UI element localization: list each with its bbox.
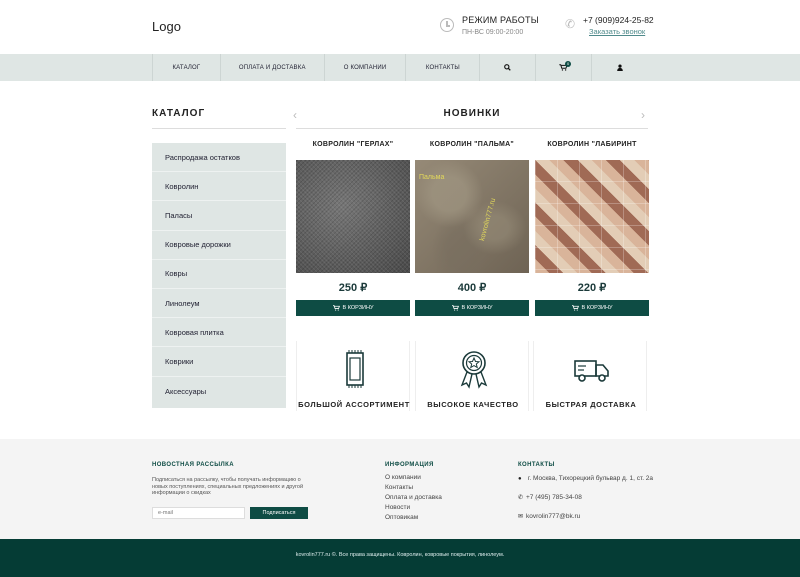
product-card: КОВРОЛИН "ГЕРЛАХ" 250 ₽ В КОРЗИНУ (296, 140, 410, 316)
divider (296, 128, 648, 129)
newsletter-text: информации о скидках (152, 490, 211, 496)
product-image[interactable] (535, 160, 649, 273)
sidebar-item-sale[interactable]: Распродажа остатков (152, 143, 286, 173)
add-to-cart-label: В КОРЗИНУ (342, 305, 374, 311)
search-icon (504, 64, 512, 71)
contact-email[interactable]: ✉ kovrolin777@bk.ru (518, 513, 580, 520)
product-price: 220 ₽ (577, 282, 607, 294)
add-to-cart-button[interactable]: В КОРЗИНУ (296, 300, 410, 316)
nav-account[interactable] (592, 54, 648, 81)
catalog-title: КАТАЛОГ (152, 108, 206, 119)
product-name[interactable]: КОВРОЛИН "ГЕРЛАХ" (296, 140, 410, 160)
next-arrow-icon[interactable]: › (641, 108, 645, 122)
map-pin-icon: ● (518, 476, 522, 482)
feature-assortment: БОЛЬШОЙ АССОРТИМЕНТ (296, 341, 410, 411)
add-to-cart-label: В КОРЗИНУ (581, 305, 613, 311)
info-title: ИНФОРМАЦИЯ (385, 462, 434, 468)
product-price: 400 ₽ (457, 282, 487, 294)
feature-label: ВЫСОКОЕ КАЧЕСТВО (427, 400, 519, 409)
phone-icon: ✆ (565, 17, 576, 31)
sidebar-item-linoleum[interactable]: Линолеум (152, 289, 286, 319)
feature-label: БОЛЬШОЙ АССОРТИМЕНТ (298, 400, 410, 409)
product-name[interactable]: КОВРОЛИН "ЛАБИРИНТ (535, 140, 649, 160)
callback-link[interactable]: Заказать звонок (589, 27, 645, 36)
footer: НОВОСТНАЯ РАССЫЛКА Подписаться на рассыл… (0, 439, 800, 539)
nav-payment-delivery[interactable]: ОПЛАТА И ДОСТАВКА (221, 54, 325, 81)
divider (152, 128, 286, 129)
contact-phone[interactable]: ✆ +7 (495) 785-34-08 (518, 494, 582, 501)
feature-quality: ВЫСОКОЕ КАЧЕСТВО (415, 341, 529, 411)
cart-icon (332, 305, 340, 311)
phone-icon: ✆ (518, 495, 524, 501)
envelope-icon: ✉ (518, 514, 524, 520)
product-image[interactable] (296, 160, 410, 273)
sidebar-item-carpet[interactable]: Ковролин (152, 172, 286, 202)
product-card: КОВРОЛИН "ЛАБИРИНТ 220 ₽ В КОРЗИНУ (535, 140, 649, 316)
add-to-cart-button[interactable]: В КОРЗИНУ (535, 300, 649, 316)
copyright-text: kovrolin777.ru ©. Все права защищены. Ко… (295, 552, 505, 558)
copyright-bar: kovrolin777.ru ©. Все права защищены. Ко… (0, 539, 800, 577)
sidebar-item-rugs[interactable]: Ковры (152, 260, 286, 289)
sidebar-item-palasy[interactable]: Паласы (152, 201, 286, 231)
cart-icon (571, 305, 579, 311)
header: Logo РЕЖИМ РАБОТЫ ПН-ВС 09:00-20:00 ✆ +7… (0, 0, 800, 54)
footer-link-wholesale[interactable]: Оптовикам (385, 514, 418, 521)
sidebar-item-tiles[interactable]: Ковровая плитка (152, 318, 286, 348)
cart-icon: 0 (559, 61, 572, 71)
sidebar-item-runners[interactable]: Ковровые дорожки (152, 231, 286, 260)
hours-title: РЕЖИМ РАБОТЫ (462, 15, 539, 25)
add-to-cart-button[interactable]: В КОРЗИНУ (415, 300, 529, 316)
nav-cart[interactable]: 0 (536, 54, 593, 81)
new-products-title: НОВИНКИ (443, 108, 501, 119)
cart-icon (451, 305, 459, 311)
footer-link-news[interactable]: Новости (385, 504, 410, 511)
hours-time: ПН-ВС 09:00-20:00 (462, 29, 524, 36)
product-name[interactable]: КОВРОЛИН "ПАЛЬМА" (415, 140, 529, 160)
clock-icon (440, 18, 454, 32)
main-nav: КАТАЛОГ ОПЛАТА И ДОСТАВКА О КОМПАНИИ КОН… (0, 54, 800, 81)
footer-link-about[interactable]: О компании (385, 474, 421, 481)
footer-link-contacts[interactable]: Контакты (385, 484, 413, 491)
nav-about[interactable]: О КОМПАНИИ (325, 54, 407, 81)
add-to-cart-label: В КОРЗИНУ (461, 305, 493, 311)
catalog-sidebar: Распродажа остатков Ковролин Паласы Ковр… (152, 143, 286, 408)
image-watermark: kovrolin777.ru (479, 197, 498, 242)
email-field[interactable] (152, 507, 245, 519)
image-watermark: Пальма (419, 174, 445, 181)
sidebar-item-mats[interactable]: Коврики (152, 347, 286, 377)
logo[interactable]: Logo (152, 19, 181, 34)
product-price: 250 ₽ (338, 282, 368, 294)
newsletter-title: НОВОСТНАЯ РАССЫЛКА (152, 462, 234, 468)
truck-icon (574, 360, 609, 382)
contact-address: ● г. Москва, Тихорецкий бульвар д. 1, ст… (518, 475, 654, 482)
sidebar-item-accessories[interactable]: Аксессуары (152, 377, 286, 406)
user-icon (617, 64, 623, 71)
nav-catalog[interactable]: КАТАЛОГ (153, 54, 221, 81)
feature-delivery: БЫСТРАЯ ДОСТАВКА (533, 341, 647, 411)
contacts-title: КОНТАКТЫ (518, 462, 555, 468)
header-phone[interactable]: +7 (909)924-25-82 (583, 15, 654, 25)
subscribe-button[interactable]: Подписаться (250, 507, 308, 519)
rug-icon (346, 350, 364, 388)
award-ribbon-icon (460, 351, 488, 389)
nav-contacts[interactable]: КОНТАКТЫ (406, 54, 481, 81)
product-card: КОВРОЛИН "ПАЛЬМА" Пальма kovrolin777.ru … (415, 140, 529, 316)
nav-search[interactable] (480, 54, 537, 81)
feature-label: БЫСТРАЯ ДОСТАВКА (545, 400, 637, 409)
cart-count-badge: 0 (565, 61, 572, 67)
product-image[interactable]: Пальма kovrolin777.ru (415, 160, 529, 273)
footer-link-delivery[interactable]: Оплата и доставка (385, 494, 442, 501)
